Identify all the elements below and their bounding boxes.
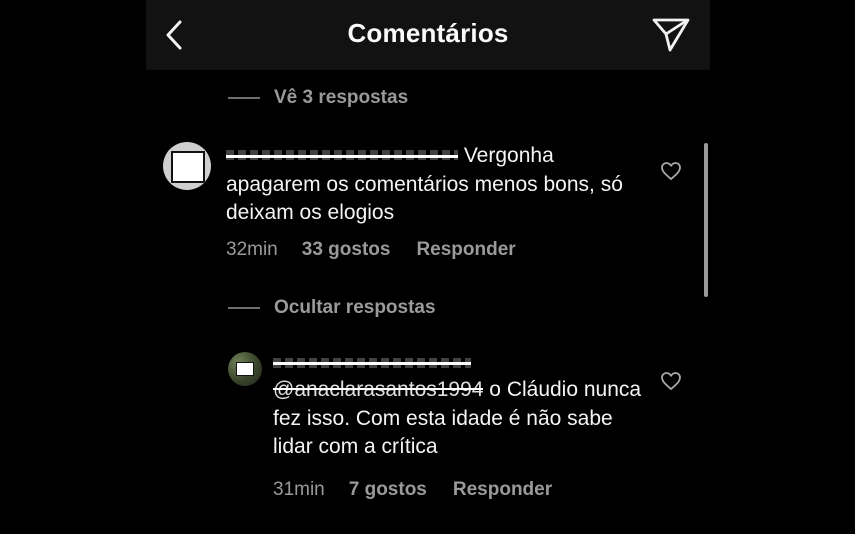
top-bar: Comentários bbox=[146, 0, 710, 70]
like-button[interactable] bbox=[660, 161, 682, 181]
view-replies-toggle[interactable]: Vê 3 respostas bbox=[228, 87, 408, 109]
redaction-strike bbox=[273, 362, 471, 365]
comment-meta: 32min 33 gostos Responder bbox=[226, 239, 516, 261]
redaction-strike bbox=[226, 155, 458, 159]
reply-button[interactable]: Responder bbox=[416, 239, 515, 261]
reply-meta: 31min 7 gostos Responder bbox=[273, 479, 552, 501]
likes-count[interactable]: 33 gostos bbox=[302, 239, 391, 261]
heart-icon bbox=[661, 372, 681, 390]
hide-replies-label: Ocultar respostas bbox=[274, 297, 436, 318]
share-button[interactable] bbox=[650, 14, 692, 54]
comment-text: Vergonha apagarem os comentários menos b… bbox=[226, 142, 646, 228]
like-button[interactable] bbox=[660, 371, 682, 391]
reply-text: @anaclarasantos1994 o Cláudio nunca fez … bbox=[273, 352, 653, 462]
paper-plane-icon bbox=[652, 18, 690, 52]
redaction-strike bbox=[273, 387, 484, 390]
thread-line bbox=[228, 97, 260, 99]
likes-count[interactable]: 7 gostos bbox=[349, 479, 427, 501]
reply-username-redacted[interactable] bbox=[273, 352, 471, 374]
mention-link[interactable]: @anaclarasantos1994 bbox=[273, 376, 484, 405]
redaction-box bbox=[171, 151, 205, 183]
reply-time: 31min bbox=[273, 479, 325, 500]
view-replies-label: Vê 3 respostas bbox=[274, 87, 409, 108]
redaction-box bbox=[236, 362, 254, 376]
heart-icon bbox=[661, 162, 681, 180]
avatar[interactable] bbox=[163, 142, 211, 190]
scrollbar[interactable] bbox=[704, 143, 708, 297]
page-title: Comentários bbox=[347, 18, 509, 48]
hide-replies-toggle[interactable]: Ocultar respostas bbox=[228, 297, 436, 319]
comment-username-redacted[interactable] bbox=[226, 146, 458, 166]
comment-time: 32min bbox=[226, 239, 278, 260]
thread-line bbox=[228, 307, 260, 309]
reply-button[interactable]: Responder bbox=[453, 479, 552, 501]
avatar[interactable] bbox=[228, 352, 262, 386]
